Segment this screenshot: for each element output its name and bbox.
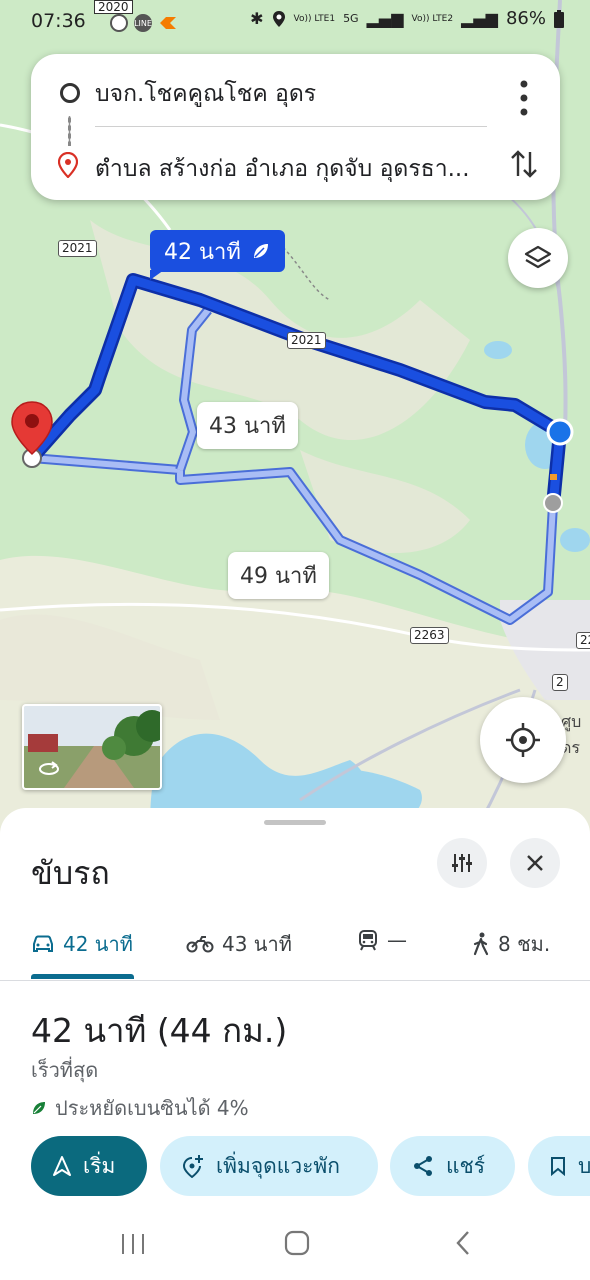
back-button[interactable] [454, 1230, 472, 1263]
eco-savings-text: ประหยัดเบนซินได้ 4% [55, 1096, 249, 1120]
road-number-2263: 2263 [410, 627, 449, 644]
route-dots [68, 116, 71, 146]
road-number-2021: 2021 [58, 240, 97, 257]
directions-sheet: ขับรถ 42 นาที 43 นาที — 8 ชม. 42 นาที (4… [0, 808, 590, 1280]
notification-eye-icon [110, 14, 128, 32]
rotate-360-icon [39, 761, 59, 775]
signal-bars-1-icon: ▂▄▆ [366, 9, 404, 28]
add-stop-label: เพิ่มจุดแวะพัก [216, 1153, 340, 1178]
save-label: บ [578, 1153, 590, 1178]
travel-mode-tabs: 42 นาที 43 นาที — 8 ชม. [0, 916, 590, 981]
route-subtitle: เร็วที่สุด [31, 1058, 99, 1082]
primary-route-time: 42 นาที [164, 239, 241, 265]
destination-pin-icon[interactable] [10, 400, 54, 456]
eco-savings: ประหยัดเบนซินได้ 4% [31, 1092, 249, 1124]
recent-apps-icon [122, 1234, 144, 1254]
route-summary: 42 นาที (44 กม.) [31, 1011, 288, 1050]
share-button[interactable]: แชร์ [390, 1136, 515, 1196]
active-tab-indicator [31, 974, 134, 979]
sheet-drag-handle[interactable] [264, 820, 326, 825]
home-button[interactable] [284, 1230, 310, 1263]
destination-field[interactable]: ตำบล สร้างก่อ อำเภอ กุดจับ อุดรธา... [95, 151, 470, 187]
action-buttons: เริ่ม เพิ่มจุดแวะพัก แชร์ บ [31, 1136, 590, 1196]
walk-icon [473, 932, 489, 956]
road-number-2: 2 [552, 674, 568, 691]
share-icon [414, 1156, 432, 1176]
start-button-label: เริ่ม [83, 1153, 116, 1178]
recent-apps-button[interactable] [120, 1230, 146, 1263]
battery-percent: 86% [505, 8, 546, 29]
road-number-22: 22 [576, 632, 590, 649]
status-bar: 07:36 2020 LINE ✱ Vo)) LTE1 5G ▂▄▆ Vo)) … [0, 0, 590, 44]
route-divider [95, 126, 487, 127]
primary-label-pointer [150, 270, 164, 280]
status-right: ✱ Vo)) LTE1 5G ▂▄▆ Vo)) LTE2 ▂▄▆ 86% [250, 8, 564, 29]
my-location-button[interactable] [480, 697, 566, 783]
road-number-2021-b: 2021 [287, 332, 326, 349]
bluetooth-icon: ✱ [250, 9, 264, 28]
route-options-button[interactable] [437, 838, 487, 888]
shopee-app-icon [160, 17, 176, 29]
status-app-icons: LINE [92, 14, 178, 32]
travel-mode-title: ขับรถ [31, 854, 110, 892]
status-time: 07:36 [31, 10, 86, 32]
tab-motorcycle[interactable]: 43 นาที [186, 928, 292, 960]
route-card: บจก.โชคคูณโชค อุดร ตำบล สร้างก่อ อำเภอ ก… [31, 54, 560, 200]
alt-route-1-label[interactable]: 43 นาที [197, 402, 298, 449]
destination-marker-icon [58, 152, 78, 178]
tab-drive[interactable]: 42 นาที [31, 928, 133, 960]
tab-transit[interactable]: — [357, 928, 407, 952]
navigation-arrow-icon [53, 1156, 71, 1176]
system-nav-bar [0, 1220, 590, 1280]
tab-transit-label: — [387, 928, 407, 952]
tune-icon [452, 854, 472, 872]
signal-2-label: Vo)) LTE2 [411, 13, 454, 24]
tab-drive-label: 42 นาที [63, 932, 133, 956]
eco-leaf-small-icon [33, 1102, 45, 1114]
crosshair-icon [506, 723, 540, 757]
share-label: แชร์ [446, 1153, 486, 1178]
battery-icon [554, 9, 564, 28]
street-view-thumbnail[interactable] [22, 704, 162, 790]
tab-walk-label: 8 ชม. [498, 932, 551, 956]
origin-circle-icon [60, 83, 80, 103]
tab-walk[interactable]: 8 ชม. [472, 928, 550, 960]
origin-field[interactable]: บจก.โชคคูณโชค อุดร [95, 76, 316, 112]
status-2020-badge: 2020 [94, 0, 133, 14]
alt-route-2-time: 49 นาที [240, 564, 317, 589]
close-button[interactable] [510, 838, 560, 888]
primary-route-label[interactable]: 42 นาที [150, 230, 285, 272]
add-stop-button[interactable]: เพิ่มจุดแวะพัก [160, 1136, 378, 1196]
signal-bars-2-icon: ▂▄▆ [461, 9, 498, 28]
back-icon [456, 1231, 469, 1255]
train-icon [359, 930, 377, 951]
signal-1-label: Vo)) LTE1 [293, 13, 336, 24]
network-5g-label: 5G [343, 12, 359, 25]
line-app-icon: LINE [134, 14, 152, 32]
motorcycle-icon [186, 936, 214, 953]
close-icon [527, 855, 543, 871]
start-button[interactable]: เริ่ม [31, 1136, 147, 1196]
add-location-icon [182, 1155, 203, 1178]
home-icon [284, 1230, 310, 1256]
more-options-button[interactable]: • • • [516, 73, 532, 125]
eco-leaf-icon [253, 244, 268, 258]
alt-route-2-label[interactable]: 49 นาที [228, 552, 329, 599]
tab-motorcycle-label: 43 นาที [222, 932, 292, 956]
save-button[interactable]: บ [528, 1136, 590, 1196]
bookmark-icon [551, 1157, 565, 1176]
map-layers-button[interactable] [508, 228, 568, 288]
car-icon [33, 935, 53, 952]
alt-route-1-time: 43 นาที [209, 414, 286, 439]
location-icon [272, 10, 285, 27]
layers-icon [524, 245, 552, 269]
swap-directions-icon[interactable] [510, 148, 538, 180]
